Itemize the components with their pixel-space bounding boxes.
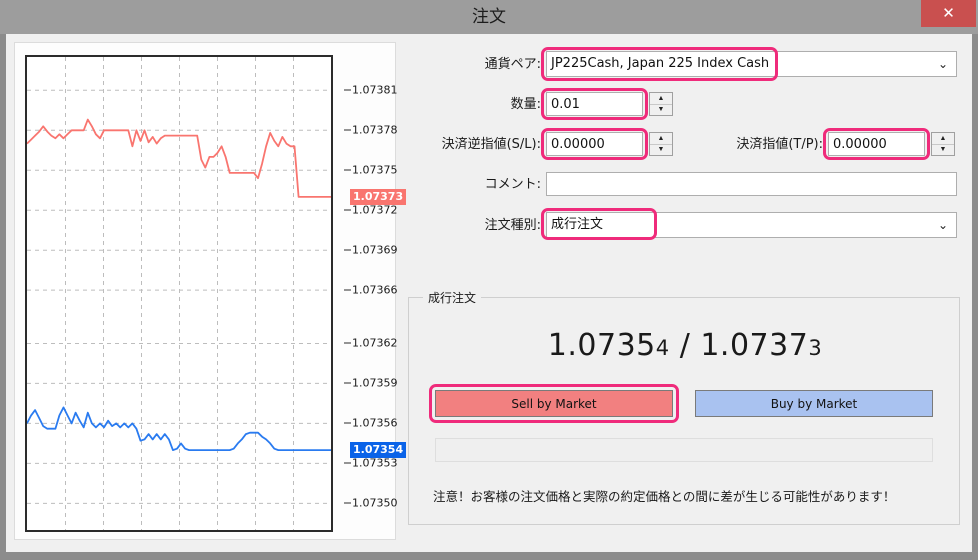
- current-price-tag-ask: 1.07373: [350, 189, 406, 205]
- axis-tick: [344, 170, 351, 171]
- slippage-warning-text: 注意！お客様の注文価格と実際の約定価格との間に差が生じる可能性があります！: [433, 486, 943, 505]
- axis-tick-label: 1.07359: [352, 377, 398, 390]
- takeprofit-input[interactable]: [828, 132, 925, 156]
- axis-tick-label: 1.07350: [352, 497, 398, 510]
- ordertype-value: 成行注文: [551, 217, 603, 232]
- bid-price-main: 1.0735: [548, 328, 656, 363]
- takeprofit-stepper[interactable]: ▲ ▼: [931, 132, 955, 156]
- ask-price-main: 1.0737: [700, 328, 808, 363]
- axis-tick-label: 1.07375: [352, 164, 398, 177]
- price-chart-plot: [25, 55, 333, 532]
- close-icon[interactable]: ✕: [921, 0, 976, 27]
- price-quote: 1.07354 / 1.07373: [409, 328, 961, 363]
- comment-label: コメント:: [404, 174, 541, 196]
- axis-tick: [344, 463, 351, 464]
- ordertype-select[interactable]: 成行注文 ⌄: [546, 212, 957, 238]
- title-bar: 注文 ✕: [0, 0, 978, 34]
- market-order-group: 成行注文 1.07354 / 1.07373 Sell by Market Bu…: [408, 297, 960, 525]
- volume-stepper[interactable]: ▲ ▼: [649, 92, 673, 116]
- axis-tick: [344, 343, 351, 344]
- volume-label: 数量:: [404, 94, 541, 116]
- market-order-legend: 成行注文: [423, 289, 481, 306]
- price-chart-panel: 1.07381 1.07378 1.07375 1.07372 1.07369 1.073…: [14, 42, 396, 540]
- axis-tick: [344, 290, 351, 291]
- takeprofit-label: 決済指値(T/P):: [704, 134, 823, 156]
- stoploss-input[interactable]: [546, 132, 643, 156]
- takeprofit-stepper-down-icon[interactable]: ▼: [932, 144, 954, 155]
- order-form: 通貨ペア: JP225Cash, Japan 225 Index Cash ⌄ …: [404, 42, 964, 540]
- price-axis: 1.07381 1.07378 1.07375 1.07372 1.07369 1.073…: [348, 43, 396, 541]
- axis-tick-label: 1.07356: [352, 417, 398, 430]
- sell-by-market-button[interactable]: Sell by Market: [435, 390, 673, 417]
- dialog-title: 注文: [0, 0, 978, 34]
- chevron-down-icon: ⌄: [938, 213, 948, 239]
- stoploss-label: 決済逆指値(S/L):: [404, 134, 541, 156]
- quote-separator: /: [670, 328, 701, 363]
- stoploss-stepper[interactable]: ▲ ▼: [649, 132, 673, 156]
- axis-tick-label: 1.07381: [352, 84, 398, 97]
- chevron-down-icon: ⌄: [938, 52, 948, 78]
- axis-tick-label: 1.07369: [352, 244, 398, 257]
- axis-tick-label: 1.07366: [352, 284, 398, 297]
- axis-tick-label: 1.07372: [352, 204, 398, 217]
- axis-tick-label: 1.07353: [352, 457, 398, 470]
- axis-tick: [344, 210, 351, 211]
- current-price-tag-bid: 1.07354: [350, 442, 406, 458]
- axis-tick: [344, 503, 351, 504]
- ask-price-last: 3: [808, 336, 822, 360]
- axis-tick: [344, 423, 351, 424]
- comment-input[interactable]: [546, 172, 957, 196]
- axis-tick-label: 1.07378: [352, 124, 398, 137]
- bid-price-last: 4: [656, 336, 670, 360]
- volume-input[interactable]: [546, 92, 643, 116]
- axis-tick: [344, 250, 351, 251]
- axis-tick: [344, 90, 351, 91]
- order-status-bar: [435, 438, 933, 462]
- axis-tick: [344, 383, 351, 384]
- volume-stepper-down-icon[interactable]: ▼: [650, 104, 672, 115]
- symbol-select[interactable]: JP225Cash, Japan 225 Index Cash ⌄: [546, 51, 957, 77]
- dialog-client-area: 1.07381 1.07378 1.07375 1.07372 1.07369 1.073…: [6, 34, 972, 552]
- axis-tick-label: 1.07362: [352, 337, 398, 350]
- buy-by-market-button[interactable]: Buy by Market: [695, 390, 933, 417]
- axis-tick: [344, 130, 351, 131]
- symbol-value: JP225Cash, Japan 225 Index Cash: [551, 56, 769, 71]
- price-chart-svg: [27, 57, 331, 530]
- ordertype-label: 注文種別:: [404, 215, 541, 237]
- symbol-label: 通貨ペア:: [404, 54, 541, 76]
- order-dialog: 注文 ✕ 1.07381 1.07378 1.07375 1.07372 1.07369…: [0, 0, 978, 560]
- stoploss-stepper-down-icon[interactable]: ▼: [650, 144, 672, 155]
